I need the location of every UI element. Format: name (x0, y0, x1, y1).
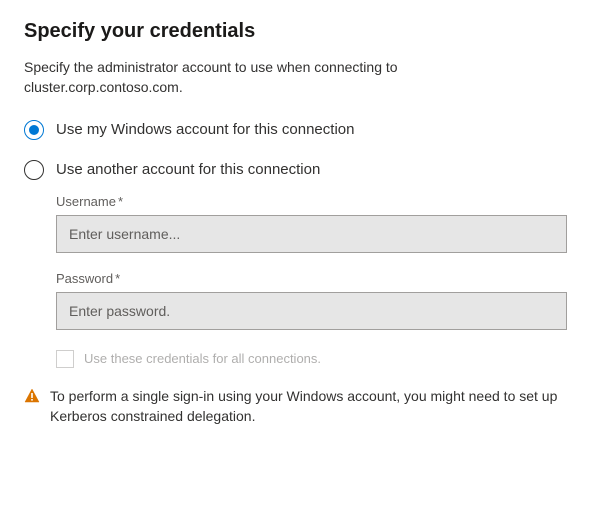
checkbox-icon (56, 350, 74, 368)
required-asterisk: * (115, 271, 120, 286)
radio-label-windows: Use my Windows account for this connecti… (56, 121, 354, 138)
username-label-text: Username (56, 194, 116, 209)
radio-windows-account[interactable]: Use my Windows account for this connecti… (24, 120, 567, 140)
reuse-credentials-checkbox[interactable]: Use these credentials for all connection… (56, 350, 567, 368)
password-field[interactable] (56, 292, 567, 330)
credentials-form: Username * Password * Use these credenti… (24, 194, 567, 368)
required-asterisk: * (118, 194, 123, 209)
password-label-text: Password (56, 271, 113, 286)
radio-another-account[interactable]: Use another account for this connection (24, 160, 567, 180)
radio-button-icon (24, 160, 44, 180)
username-field[interactable] (56, 215, 567, 253)
radio-button-icon (24, 120, 44, 140)
warning-text: To perform a single sign-in using your W… (50, 386, 567, 427)
page-description: Specify the administrator account to use… (24, 57, 514, 98)
password-label: Password * (56, 271, 567, 286)
radio-label-other: Use another account for this connection (56, 161, 320, 178)
warning-icon (24, 388, 40, 409)
checkbox-label: Use these credentials for all connection… (84, 351, 321, 366)
warning-message: To perform a single sign-in using your W… (24, 386, 567, 427)
username-label: Username * (56, 194, 567, 209)
page-title: Specify your credentials (24, 20, 567, 43)
